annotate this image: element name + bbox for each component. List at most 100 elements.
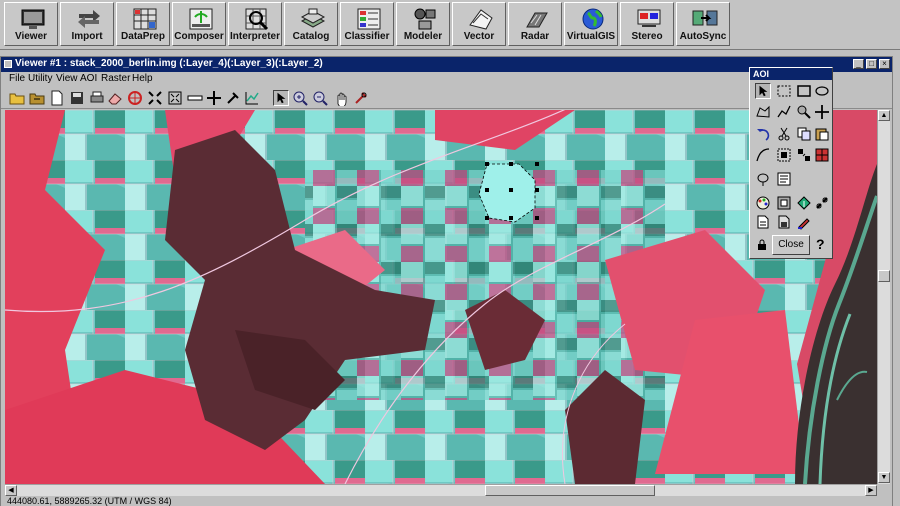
new-document-icon[interactable]	[49, 90, 65, 106]
horizontal-scroll-thumb[interactable]	[485, 485, 655, 496]
save-disk-icon[interactable]	[69, 90, 85, 106]
inquire-cursor-icon[interactable]	[353, 90, 369, 106]
zoom-out-icon[interactable]	[312, 90, 328, 106]
dataprep-tool-button[interactable]: DataPrep	[116, 2, 170, 46]
profile-chart-icon[interactable]	[244, 90, 260, 106]
vertical-scroll-thumb[interactable]	[878, 270, 890, 282]
select-arrow-icon[interactable]	[273, 90, 289, 106]
rgb-wheel-icon[interactable]	[127, 90, 143, 106]
horizontal-scrollbar[interactable]: ◀ ▶	[5, 484, 877, 496]
dataprep-tool-label: DataPrep	[121, 31, 165, 42]
modeler-tool-button[interactable]: Modeler	[396, 2, 450, 46]
classifier-tool-button[interactable]: Classifier	[340, 2, 394, 46]
composer-tool-button[interactable]: Composer	[172, 2, 226, 46]
interpreter-tool-button[interactable]: Interpreter	[228, 2, 282, 46]
aoi-polygon-icon[interactable]	[755, 104, 771, 120]
aoi-palette-title[interactable]: AOI	[750, 68, 832, 80]
virtualgis-tool-label: VirtualGIS	[566, 31, 616, 42]
aoi-lasso-icon[interactable]	[755, 171, 771, 187]
aoi-frame-icon[interactable]	[776, 195, 792, 211]
aoi-link-chain-icon[interactable]	[814, 195, 830, 211]
aoi-polyline-icon[interactable]	[776, 104, 792, 120]
map-composer-icon	[189, 8, 213, 30]
aoi-paste-icon[interactable]	[814, 126, 830, 142]
classifier-tool-label: Classifier	[344, 31, 390, 42]
aoi-style-pen-icon[interactable]	[796, 214, 812, 230]
lock-icon[interactable]	[756, 239, 768, 251]
aoi-help-button[interactable]: ?	[816, 236, 825, 252]
scroll-up-arrow-icon[interactable]: ▲	[878, 110, 890, 121]
virtualgis-tool-button[interactable]: VirtualGIS	[564, 2, 618, 46]
aoi-copy-icon[interactable]	[796, 126, 812, 142]
menu-view[interactable]: View	[56, 73, 78, 84]
vector-icon	[469, 9, 493, 30]
classifier-icon	[357, 8, 381, 30]
viewer-tool-button[interactable]: Viewer	[4, 2, 58, 46]
aoi-rectangle-icon[interactable]	[796, 83, 812, 99]
eraser-icon[interactable]	[107, 90, 123, 106]
zoom-in-arrows-icon[interactable]	[147, 90, 163, 106]
aoi-ellipse-icon[interactable]	[814, 83, 830, 99]
menu-help[interactable]: Help	[132, 73, 153, 84]
measure-ruler-icon[interactable]	[187, 90, 203, 106]
aoi-curve-icon[interactable]	[755, 147, 771, 163]
zoom-in-icon[interactable]	[292, 90, 308, 106]
globe-icon	[582, 8, 604, 30]
catalog-tool-button[interactable]: Catalog	[284, 2, 338, 46]
data-grid-icon	[133, 8, 157, 30]
close-window-button[interactable]: ×	[879, 59, 890, 69]
aoi-tool-palette: AOI Close ?	[749, 67, 833, 259]
viewer-tool-label: Viewer	[14, 31, 48, 42]
aoi-close-button[interactable]: Close	[772, 235, 810, 255]
aoi-seed-export-icon[interactable]	[796, 195, 812, 211]
close-folder-icon[interactable]	[29, 90, 45, 106]
aoi-cut-scissors-icon[interactable]	[776, 126, 792, 142]
aoi-color-grid-icon[interactable]	[814, 147, 830, 163]
radar-tool-button[interactable]: Radar	[508, 2, 562, 46]
magnifier-grid-icon	[245, 8, 269, 31]
main-toolbar: Viewer Import DataPrep Composer Interpre…	[0, 0, 900, 50]
aoi-save-file-icon[interactable]	[776, 214, 792, 230]
vector-tool-button[interactable]: Vector	[452, 2, 506, 46]
menu-raster[interactable]: Raster	[101, 73, 130, 84]
false-color-composite	[5, 110, 877, 484]
catalog-cabinet-icon	[300, 8, 326, 28]
aoi-region-grow-icon[interactable]	[796, 104, 812, 120]
window-menu-icon[interactable]	[4, 60, 12, 68]
aoi-open-file-icon[interactable]	[755, 214, 771, 230]
aoi-undo-icon[interactable]	[755, 126, 771, 142]
aoi-group-icon[interactable]	[776, 147, 792, 163]
aoi-properties-icon[interactable]	[776, 171, 792, 187]
import-export-arrows-icon	[78, 10, 100, 28]
maximize-button[interactable]: □	[866, 59, 877, 69]
scroll-left-arrow-icon[interactable]: ◀	[5, 485, 17, 496]
aoi-point-cross-icon[interactable]	[814, 104, 830, 120]
aoi-dashed-rectangle-icon[interactable]	[776, 83, 792, 99]
satellite-image[interactable]	[5, 110, 877, 484]
scroll-right-arrow-icon[interactable]: ▶	[865, 485, 877, 496]
viewer-title: Viewer #1 : stack_2000_berlin.img (:Laye…	[15, 58, 323, 69]
import-tool-button[interactable]: Import	[60, 2, 114, 46]
crosshair-icon[interactable]	[206, 90, 222, 106]
menu-aoi[interactable]: AOI	[80, 73, 97, 84]
autosync-tool-button[interactable]: AutoSync	[676, 2, 730, 46]
modeler-tool-label: Modeler	[403, 31, 443, 42]
hammer-tools-icon[interactable]	[225, 90, 241, 106]
radar-icon	[526, 12, 548, 28]
aoi-select-arrow-icon[interactable]	[755, 83, 771, 99]
vertical-scrollbar[interactable]: ▲ ▼	[877, 110, 890, 484]
menu-file[interactable]: File	[9, 73, 25, 84]
aoi-ungroup-icon[interactable]	[796, 147, 812, 163]
minimize-button[interactable]: _	[853, 59, 864, 69]
menu-utility[interactable]: Utility	[28, 73, 52, 84]
stereo-tool-button[interactable]: Stereo	[620, 2, 674, 46]
pan-hand-icon[interactable]	[333, 90, 349, 106]
fit-window-icon[interactable]	[167, 90, 183, 106]
composer-tool-label: Composer	[174, 31, 224, 42]
open-folder-icon[interactable]	[9, 90, 25, 106]
status-bar: 444080.61, 5889265.32 (UTM / WGS 84)	[1, 496, 892, 506]
scroll-down-arrow-icon[interactable]: ▼	[878, 472, 890, 483]
import-tool-label: Import	[71, 31, 103, 42]
print-icon[interactable]	[89, 90, 105, 106]
aoi-palette-icon[interactable]	[755, 195, 771, 211]
